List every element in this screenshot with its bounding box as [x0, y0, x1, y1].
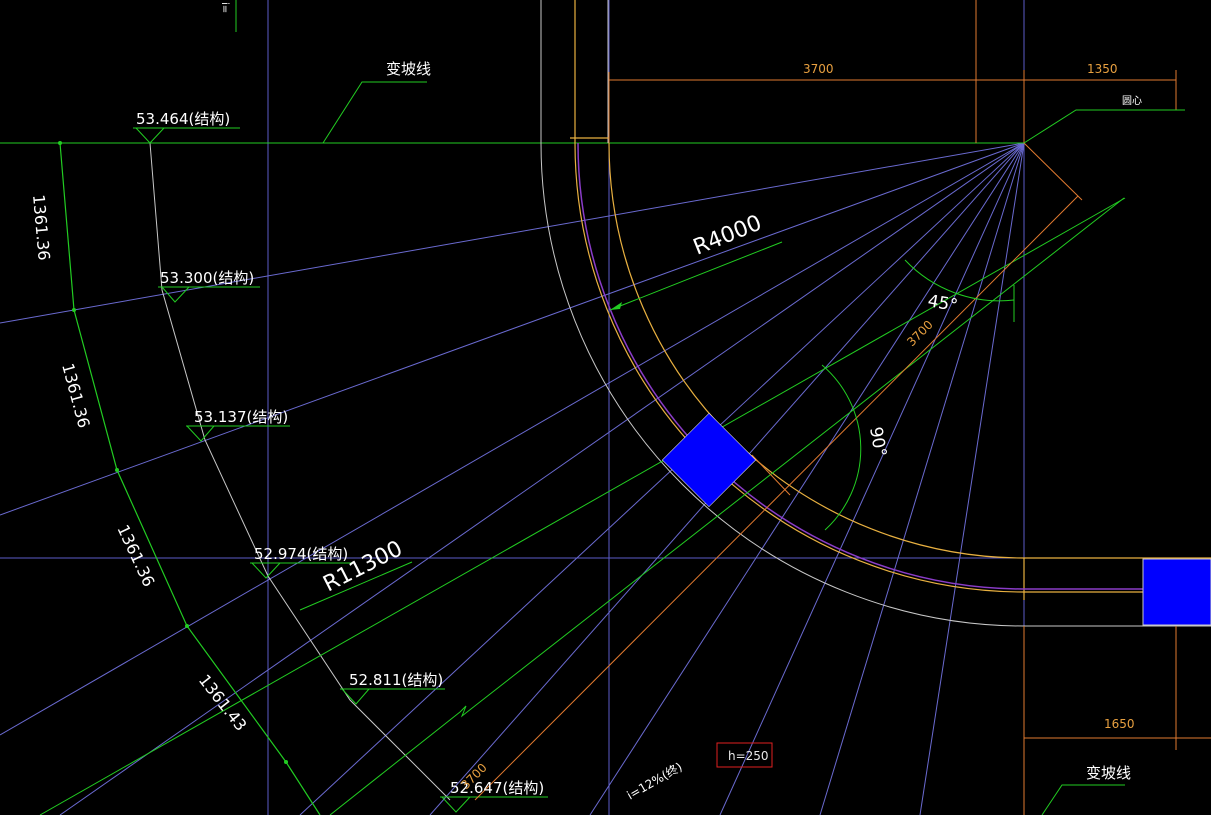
slope-change-leader-top	[322, 81, 427, 144]
dim-3700-diag-label: 3700	[904, 318, 935, 349]
bottom-dimension	[1023, 626, 1211, 750]
elevation-label-3: 53.137(结构)	[194, 408, 288, 426]
ramp-centerline	[577, 142, 1211, 590]
dim-3700-top-label: 3700	[803, 62, 834, 76]
center-point-label: 圆心	[1122, 95, 1142, 107]
angle-90-label: 90°	[865, 425, 890, 458]
elevation-markers	[133, 127, 548, 813]
top-left-note: i=	[219, 2, 230, 13]
elevation-guide-line	[149, 142, 451, 801]
slope-change-leader-bottom	[1041, 784, 1125, 815]
ramp-edges	[540, 0, 1211, 627]
dim-1650-label: 1650	[1104, 717, 1135, 731]
center-leader	[1023, 109, 1185, 144]
elevation-label-1: 53.464(结构)	[136, 110, 230, 128]
cad-drawing-canvas: 变坡线 变坡线 53.464(结构) 53.300(结构) 53.137(结构)…	[0, 0, 1211, 815]
slope-change-label-bottom: 变坡线	[1086, 764, 1131, 782]
slope-change-label-top: 变坡线	[386, 60, 431, 78]
elevation-label-2: 53.300(结构)	[160, 269, 254, 287]
arc-length-label-3: 1361.36	[113, 522, 158, 590]
arc-length-label-2: 1361.36	[58, 361, 93, 430]
elevation-label-4: 52.974(结构)	[254, 545, 348, 563]
dim-1350-label: 1350	[1087, 62, 1118, 76]
arc-length-label-1: 1361.36	[29, 194, 54, 262]
diag-dim-3700	[474, 142, 1083, 801]
elevation-label-5: 52.811(结构)	[349, 671, 443, 689]
angle-45-label: 45°	[926, 291, 959, 316]
diagonal-green-lines	[39, 197, 1126, 815]
ramp-boundary	[570, 0, 1211, 600]
blue-block-right	[1142, 558, 1211, 626]
angle-45-arc	[904, 259, 1015, 302]
slope-note-label: i=12%(终)	[624, 759, 685, 803]
radial-lines	[0, 142, 1025, 815]
thickness-label: h=250	[728, 749, 769, 763]
